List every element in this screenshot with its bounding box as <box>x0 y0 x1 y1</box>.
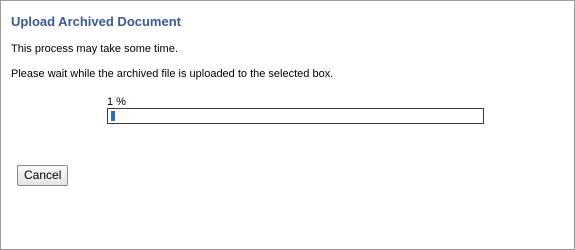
status-message: This process may take some time. <box>11 43 178 55</box>
progress-bar-fill <box>111 111 115 121</box>
dialog-title: Upload Archived Document <box>11 14 181 29</box>
progress-bar <box>107 108 484 124</box>
upload-dialog: Upload Archived Document This process ma… <box>0 0 575 250</box>
progress-percent-label: 1 % <box>107 96 126 108</box>
instruction-message: Please wait while the archived file is u… <box>11 68 334 80</box>
cancel-button[interactable]: Cancel <box>17 165 69 186</box>
